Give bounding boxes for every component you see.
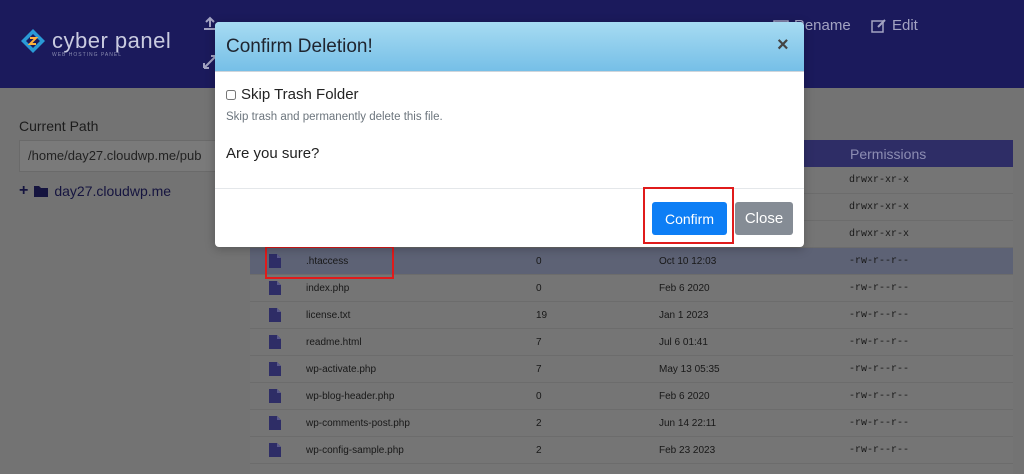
table-row[interactable]: wp-comments-post.php 2 Jun 14 22:11 -rw-r--…: [250, 410, 1013, 437]
file-icon: [269, 443, 281, 457]
folder-tree-label: day27.cloudwp.me: [54, 183, 172, 199]
permissions-cell: -rw-r--r--: [849, 445, 910, 456]
file-date-cell: Jan 1 2023: [659, 310, 709, 321]
file-name-cell: readme.html: [306, 337, 362, 348]
edit-icon: [871, 18, 886, 33]
logo-subtext: WEB HOSTING PANEL: [52, 52, 122, 58]
file-date-cell: Jul 6 01:41: [659, 337, 708, 348]
file-name-cell: wp-activate.php: [306, 364, 377, 375]
confirm-question: Are you sure?: [226, 145, 320, 162]
edit-label: Edit: [892, 17, 918, 34]
table-row[interactable]: wp-blog-header.php 0 Feb 6 2020 -rw-r--r--: [250, 383, 1013, 410]
permissions-cell: drwxr-xr-x: [849, 229, 910, 240]
file-size-cell: 0: [536, 256, 542, 267]
file-size-cell: 7: [536, 337, 542, 348]
folder-icon: [34, 186, 49, 197]
modal-title: Confirm Deletion!: [226, 36, 373, 57]
permissions-cell: -rw-r--r--: [849, 310, 910, 321]
permissions-cell: -rw-r--r--: [849, 283, 910, 294]
file-size-cell: 19: [536, 310, 548, 321]
folder-tree-root[interactable]: + day27.cloudwp.me: [19, 182, 171, 200]
current-path-input[interactable]: /home/day27.cloudwp.me/pub: [19, 140, 245, 172]
file-name-cell: wp-config-sample.php: [306, 445, 404, 456]
file-name-cell: index.php: [306, 283, 350, 294]
edit-tool[interactable]: Edit: [871, 17, 918, 34]
file-icon: [269, 389, 281, 403]
table-row[interactable]: wp-activate.php 7 May 13 05:35 -rw-r--r--: [250, 356, 1013, 383]
cyberpanel-logo[interactable]: cyber panel WEB HOSTING PANEL: [20, 28, 172, 58]
file-size-cell: 7: [536, 364, 542, 375]
file-icon: [269, 281, 281, 295]
file-size-cell: 2: [536, 418, 542, 429]
file-date-cell: Feb 6 2020: [659, 283, 710, 294]
file-size-cell: 0: [536, 391, 542, 402]
permissions-cell: -rw-r--r--: [849, 337, 910, 348]
file-name-cell: wp-comments-post.php: [306, 418, 410, 429]
permissions-header: Permissions: [850, 146, 927, 162]
file-date-cell: Feb 23 2023: [659, 445, 716, 456]
cyberpanel-logo-icon: [21, 29, 45, 53]
permissions-cell: -rw-r--r--: [849, 256, 910, 267]
file-icon: [269, 335, 281, 349]
current-path-label: Current Path: [19, 118, 99, 134]
confirm-highlight-box: [643, 187, 734, 244]
file-icon: [269, 308, 281, 322]
skip-trash-help-text: Skip trash and permanently delete this f…: [226, 111, 443, 123]
permissions-cell: -rw-r--r--: [849, 418, 910, 429]
file-date-cell: Oct 10 12:03: [659, 256, 717, 267]
file-date-cell: Jun 14 22:11: [659, 418, 717, 429]
table-row[interactable]: index.php 0 Feb 6 2020 -rw-r--r--: [250, 275, 1013, 302]
table-row[interactable]: readme.html 7 Jul 6 01:41 -rw-r--r--: [250, 329, 1013, 356]
file-size-cell: 2: [536, 445, 542, 456]
expand-plus-icon[interactable]: +: [19, 182, 28, 200]
file-icon: [269, 416, 281, 430]
skip-trash-checkbox[interactable]: [226, 89, 236, 100]
skip-trash-option[interactable]: Skip Trash Folder: [226, 86, 359, 103]
modal-header: Confirm Deletion! ×: [215, 22, 804, 72]
permissions-cell: drwxr-xr-x: [849, 175, 910, 186]
permissions-cell: drwxr-xr-x: [849, 202, 910, 213]
file-date-cell: Feb 6 2020: [659, 391, 710, 402]
logo-text: cyber panel: [52, 28, 172, 53]
file-date-cell: May 13 05:35: [659, 364, 720, 375]
table-row[interactable]: license.txt 19 Jan 1 2023 -rw-r--r--: [250, 302, 1013, 329]
file-name-cell: wp-blog-header.php: [306, 391, 395, 402]
table-row[interactable]: wp-config-sample.php 2 Feb 23 2023 -rw-r--r…: [250, 437, 1013, 464]
permissions-cell: -rw-r--r--: [849, 364, 910, 375]
file-size-cell: 0: [536, 283, 542, 294]
modal-close-icon[interactable]: ×: [777, 35, 789, 55]
htaccess-highlight-box: [265, 246, 394, 279]
skip-trash-label: Skip Trash Folder: [241, 86, 359, 103]
file-name-cell: license.txt: [306, 310, 351, 321]
file-icon: [269, 362, 281, 376]
close-button[interactable]: Close: [735, 202, 793, 235]
permissions-cell: -rw-r--r--: [849, 391, 910, 402]
